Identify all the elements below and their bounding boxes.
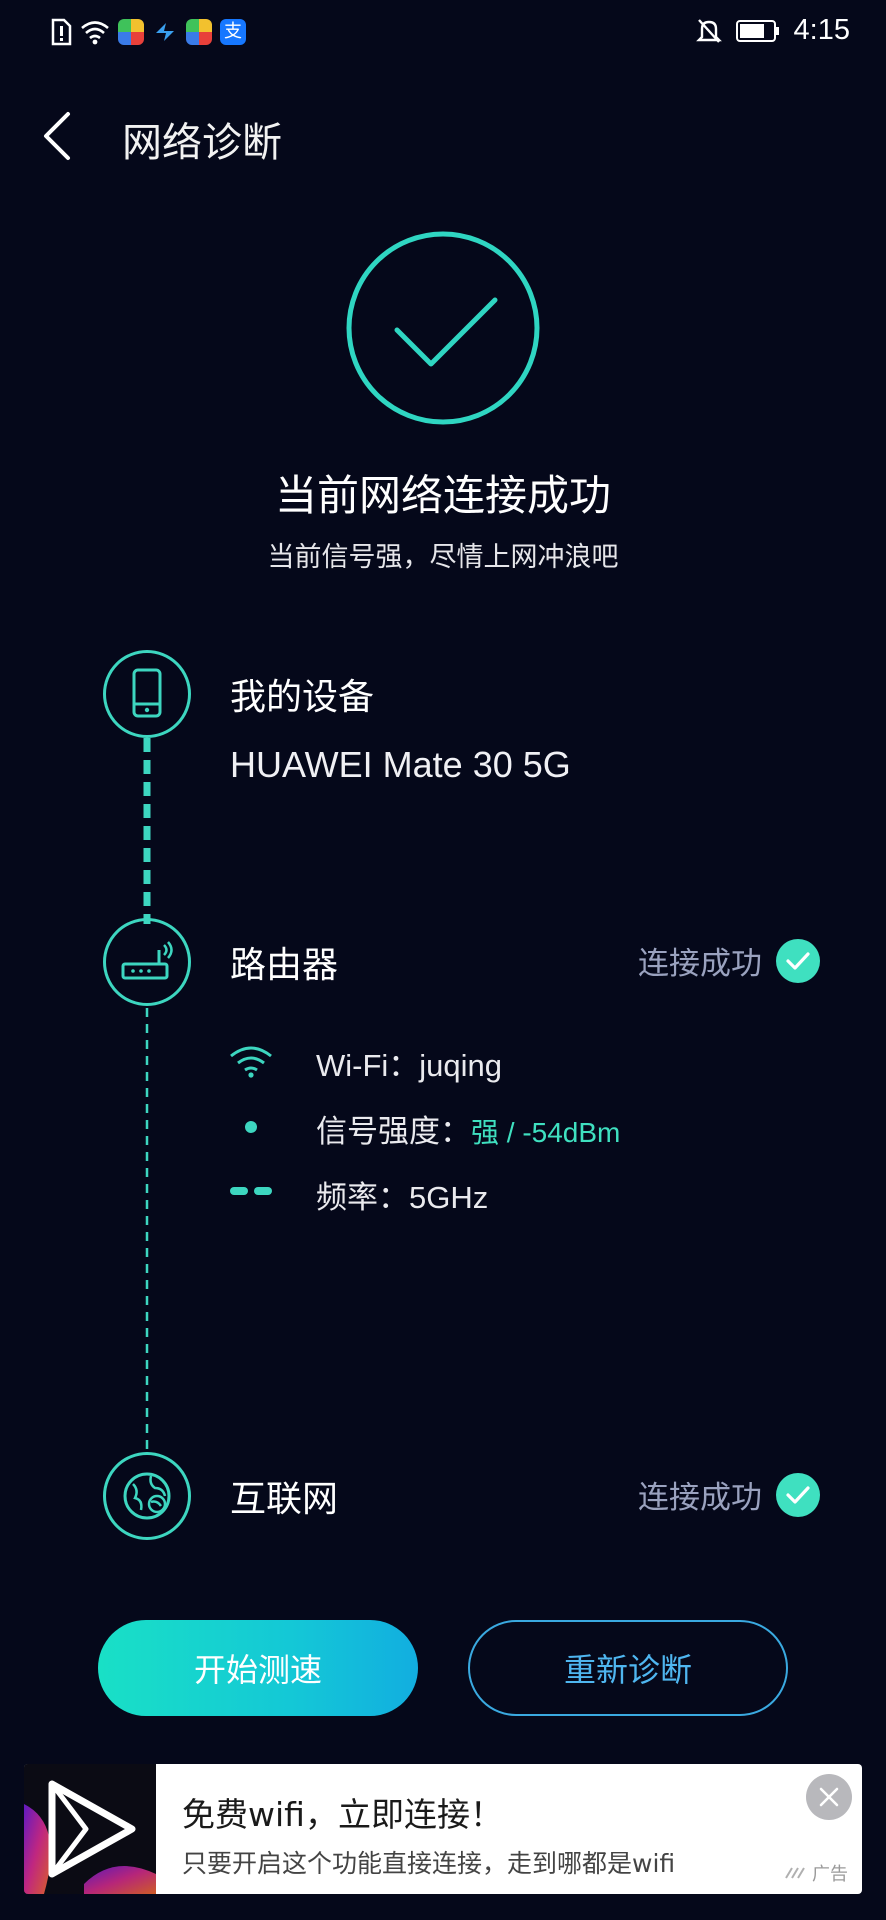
status-time: 4:15 xyxy=(793,14,850,46)
ad-image xyxy=(24,1764,156,1894)
app-icon xyxy=(156,23,174,41)
battery-icon xyxy=(735,19,779,42)
internet-label: 互联网 xyxy=(230,1479,339,1520)
result-title: 当前网络连接成功 xyxy=(274,471,611,520)
result-subtitle: 当前信号强，尽情上网冲浪吧 xyxy=(267,542,619,573)
app-icon xyxy=(118,19,144,45)
phone-icon xyxy=(132,668,162,718)
wifi-signal-icon xyxy=(230,1046,272,1078)
check-circle-icon xyxy=(776,938,820,983)
ad-banner[interactable]: 免费wifi，立即连接！ 只要开启这个功能直接连接，走到哪都是wifi 广告 xyxy=(24,1764,862,1894)
internet-status-text: 连接成功 xyxy=(638,1480,762,1516)
status-left-icons: 支 xyxy=(50,18,246,46)
network-diagnosis-screen: 支 4:15 网络诊断 当前网络连接成功 当前信号强，尽情上网冲浪吧 我的设备 … xyxy=(0,0,886,1920)
status-right-icons: 4:15 xyxy=(695,14,850,47)
wifi-icon xyxy=(81,21,109,45)
device-node xyxy=(103,650,191,738)
frequency: 频率：5GHz xyxy=(316,1180,489,1215)
ad-title: 免费wifi，立即连接！ xyxy=(182,1795,503,1834)
back-button[interactable] xyxy=(34,106,84,166)
internet-status: 连接成功 xyxy=(638,1472,820,1517)
status-bar: 支 4:15 xyxy=(0,0,886,66)
timeline-connector-bottom xyxy=(145,1008,149,1456)
device-label: 我的设备 xyxy=(230,677,375,718)
ad-close-button[interactable] xyxy=(806,1774,852,1820)
check-circle-icon xyxy=(776,1472,820,1517)
page-title: 网络诊断 xyxy=(122,120,282,166)
close-icon xyxy=(819,1787,839,1807)
router-node xyxy=(103,918,191,1006)
sim-alert-icon xyxy=(51,18,72,46)
device-model: HUAWEI Mate 30 5G xyxy=(230,744,571,785)
wifi-name: Wi-Fi：juqing xyxy=(316,1048,503,1083)
internet-node xyxy=(103,1452,191,1540)
check-ring-icon xyxy=(346,231,540,425)
signal-dot-icon xyxy=(245,1121,257,1133)
signal-strength-label: 信号强度： xyxy=(316,1114,471,1149)
alipay-icon: 支 xyxy=(220,19,246,45)
bell-off-icon xyxy=(695,18,722,43)
start-speed-test-button[interactable]: 开始测速 xyxy=(98,1620,418,1716)
app-icon xyxy=(186,19,212,45)
signal-strength: 信号强度：强 / -54dBm xyxy=(316,1106,620,1151)
router-status: 连接成功 xyxy=(638,938,820,983)
frequency-icon xyxy=(230,1187,272,1195)
top-app-bar: 网络诊断 xyxy=(0,100,886,180)
signal-strength-value: 强 / -54dBm xyxy=(471,1117,621,1148)
ad-tag: 广告 xyxy=(784,1860,848,1886)
router-icon xyxy=(121,941,173,980)
ad-description: 只要开启这个功能直接连接，走到哪都是wifi xyxy=(182,1849,676,1878)
rediagnose-button[interactable]: 重新诊断 xyxy=(468,1620,788,1716)
ad-tag-label: 广告 xyxy=(812,1864,848,1885)
ad-network-icon xyxy=(785,1867,805,1879)
router-label: 路由器 xyxy=(230,945,339,986)
globe-icon xyxy=(123,1472,171,1520)
router-status-text: 连接成功 xyxy=(638,946,762,982)
chevron-left-icon xyxy=(44,112,70,160)
timeline-connector-top xyxy=(143,738,151,924)
